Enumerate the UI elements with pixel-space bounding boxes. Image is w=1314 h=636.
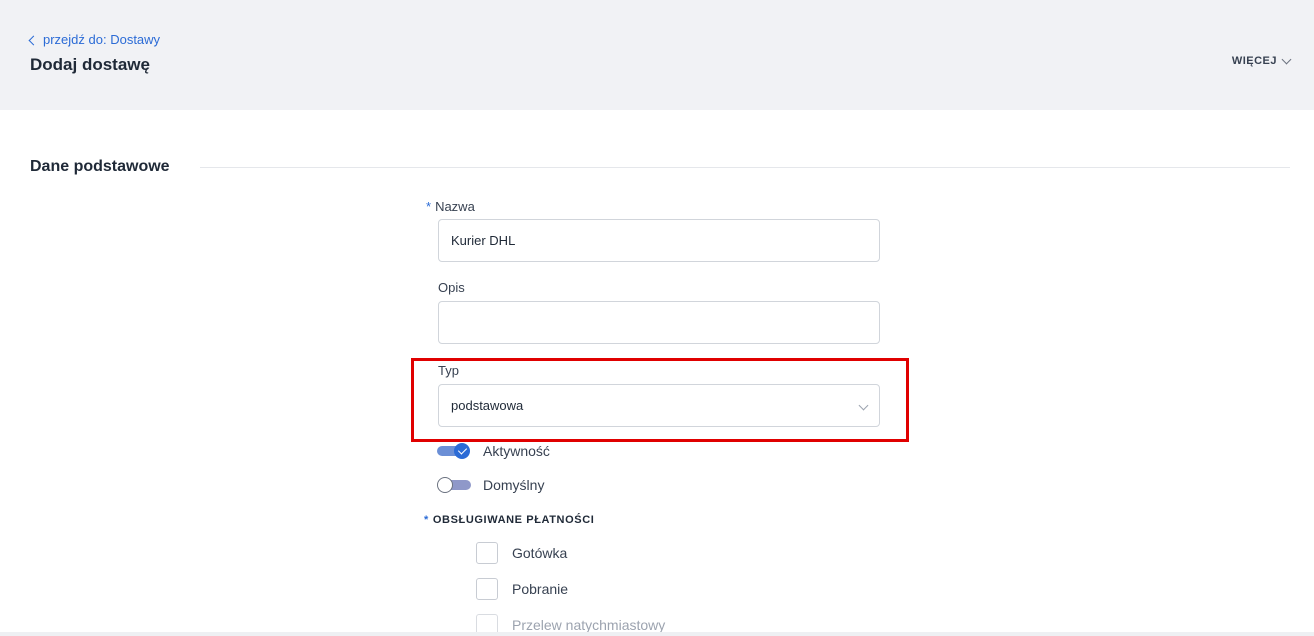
description-input[interactable] [438,301,880,344]
payments-header-text: OBSŁUGIWANE PŁATNOŚCI [432,514,595,526]
checkbox[interactable] [476,542,498,564]
default-toggle-label: Domyślny [483,477,545,493]
name-input[interactable]: Kurier DHL [438,219,880,262]
name-input-value: Kurier DHL [451,233,516,248]
description-field-label: Opis [438,280,465,295]
payment-option-cash[interactable]: Gotówka [476,542,567,564]
highlight-box [411,358,909,442]
toggle-switch-off[interactable] [437,477,471,493]
page-title: Dodaj dostawę [30,55,150,74]
default-toggle[interactable]: Domyślny [437,477,544,493]
active-toggle-label: Aktywność [483,443,550,459]
toggle-switch-on[interactable] [437,443,471,459]
payment-option-label: Przelew natychmiastowy [512,617,666,633]
page-header: przejdź do: Dostawy Dodaj dostawę WIĘCEJ [0,0,1314,110]
chevron-left-icon [28,35,39,45]
toggle-knob [437,477,453,493]
checkbox[interactable] [476,578,498,600]
section-title: Dane podstawowe [30,158,170,175]
name-field-label: * Nazwa [426,199,475,214]
active-toggle[interactable]: Aktywność [437,443,550,459]
payment-option-cod[interactable]: Pobranie [476,578,568,600]
toggle-knob [454,443,470,459]
required-mark: * [424,514,429,526]
more-button-label: WIĘCEJ [1231,55,1277,67]
name-label-text: Nazwa [435,199,475,214]
back-link[interactable]: przejdź do: Dostawy [28,32,161,47]
payment-option-label: Pobranie [512,581,569,597]
required-mark: * [426,199,432,214]
chevron-down-icon [1281,54,1292,64]
back-link-label: przejdź do: Dostawy [43,32,161,47]
check-icon [457,445,467,455]
bottom-divider [0,632,1314,636]
payment-option-label: Gotówka [512,545,568,561]
more-button[interactable]: WIĘCEJ [1231,54,1292,67]
payments-header: * OBSŁUGIWANE PŁATNOŚCI [424,514,594,526]
section-divider [200,167,1290,168]
